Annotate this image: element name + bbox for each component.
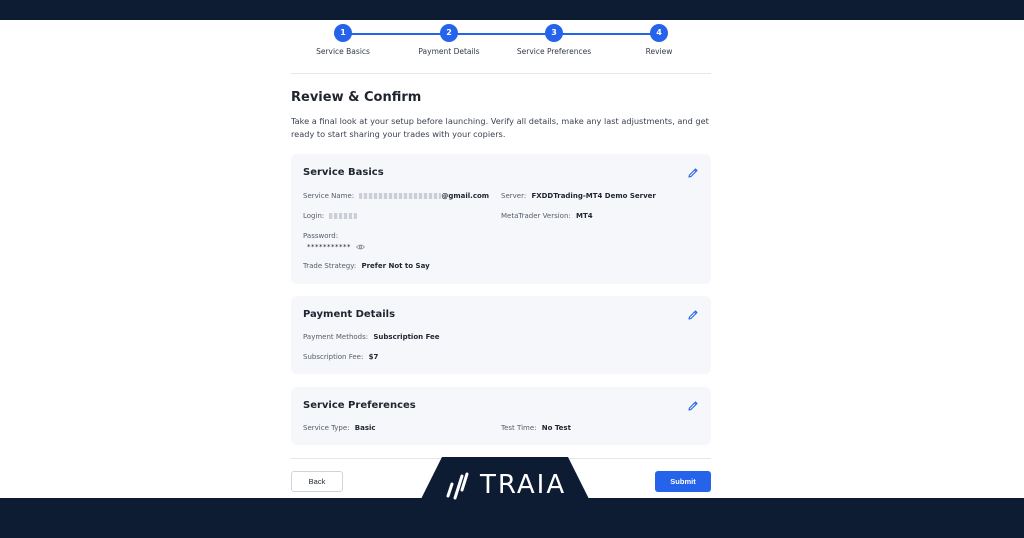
step-review[interactable]: 4 Review — [609, 24, 709, 56]
step-service-preferences[interactable]: 3 Service Preferences — [504, 24, 604, 56]
field-value: No Test — [541, 424, 571, 432]
step-number: 1 — [334, 24, 352, 42]
field-value: Subscription Fee — [373, 333, 440, 341]
top-banner-bar — [0, 0, 1024, 20]
step-number: 3 — [545, 24, 563, 42]
field-value: $7 — [368, 353, 379, 361]
edit-pencil-icon[interactable] — [687, 400, 699, 412]
trade-strategy-field: Trade Strategy: Prefer Not to Say — [303, 262, 430, 270]
traia-logo-mark-icon — [446, 472, 469, 500]
field-label: Password: — [303, 232, 339, 240]
page-title: Review & Confirm — [291, 90, 422, 105]
page-description: Take a final look at your setup before l… — [291, 116, 709, 139]
field-value: Basic — [354, 424, 376, 432]
edit-pencil-icon[interactable] — [687, 167, 699, 179]
redacted-text — [359, 193, 442, 199]
server-field: Server: FXDDTrading-MT4 Demo Server — [501, 192, 656, 200]
submit-button[interactable]: Submit — [655, 471, 711, 492]
metatrader-version-field: MetaTrader Version: MT4 — [501, 212, 593, 220]
field-value: @gmail.com — [441, 192, 490, 200]
password-field: Password: *********** — [303, 232, 366, 251]
step-label: Review — [645, 47, 673, 56]
edit-pencil-icon[interactable] — [687, 309, 699, 321]
eye-icon[interactable] — [356, 244, 366, 250]
payment-details-card: Payment Details Payment Methods: Subscri… — [291, 296, 711, 374]
field-label: MetaTrader Version: — [501, 212, 571, 220]
card-title: Service Basics — [303, 167, 384, 178]
step-label: Payment Details — [418, 47, 480, 56]
redacted-text — [329, 213, 358, 219]
field-label: Trade Strategy: — [303, 262, 357, 270]
step-number: 2 — [440, 24, 458, 42]
password-masked-value: *********** — [307, 243, 351, 251]
service-basics-card: Service Basics Service Name: @gmail.com … — [291, 154, 711, 284]
bottom-banner-bar — [0, 498, 1024, 538]
field-label: Test Time: — [501, 424, 537, 432]
back-button[interactable]: Back — [291, 471, 343, 492]
service-name-field: Service Name: @gmail.com — [303, 192, 489, 200]
step-service-basics[interactable]: 1 Service Basics — [293, 24, 393, 56]
header-divider — [291, 73, 711, 74]
card-title: Payment Details — [303, 309, 396, 320]
step-payment-details[interactable]: 2 Payment Details — [399, 24, 499, 56]
login-field: Login: — [303, 212, 358, 220]
field-label: Service Name: — [303, 192, 355, 200]
card-title: Service Preferences — [303, 400, 416, 411]
field-value: MT4 — [575, 212, 593, 220]
test-time-field: Test Time: No Test — [501, 424, 571, 432]
field-value: FXDDTrading-MT4 Demo Server — [531, 192, 656, 200]
subscription-fee-field: Subscription Fee: $7 — [303, 353, 378, 361]
service-preferences-card: Service Preferences Service Type: Basic … — [291, 387, 711, 445]
field-label: Service Type: — [303, 424, 350, 432]
service-type-field: Service Type: Basic — [303, 424, 376, 432]
progress-stepper: 1 Service Basics 2 Payment Details 3 Ser… — [291, 24, 711, 60]
payment-methods-field: Payment Methods: Subscription Fee — [303, 333, 440, 341]
step-number: 4 — [650, 24, 668, 42]
field-label: Server: — [501, 192, 527, 200]
step-label: Service Basics — [316, 47, 370, 56]
step-label: Service Preferences — [516, 47, 592, 56]
field-value: Prefer Not to Say — [361, 262, 430, 270]
traia-logo-text: TRAIA — [480, 470, 567, 500]
field-label: Login: — [303, 212, 325, 220]
field-label: Payment Methods: — [303, 333, 369, 341]
field-label: Subscription Fee: — [303, 353, 364, 361]
